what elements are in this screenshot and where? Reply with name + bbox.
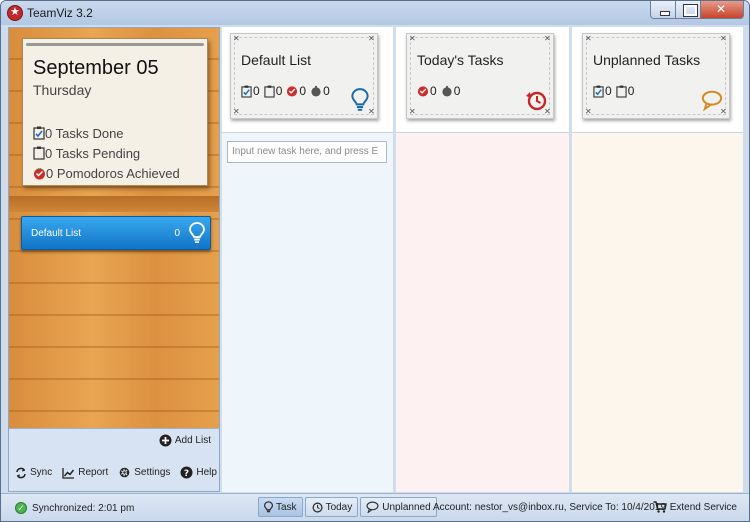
report-button[interactable]: Report [62, 466, 108, 479]
lightbulb-icon [351, 88, 369, 111]
tomato-icon [417, 86, 429, 97]
lane-unplanned-tasks: ✕ ✕ ✕ ✕ Unplanned Tasks 0 0 [571, 27, 743, 492]
window-title: TeamViz 3.2 [27, 6, 93, 20]
check-circle-icon: ✓ [15, 502, 27, 514]
speech-bubble-icon [366, 501, 379, 513]
lane-header: ✕ ✕ ✕ ✕ Default List 0 0 0 0 [222, 27, 393, 133]
bomb-icon [311, 85, 321, 97]
cart-icon [653, 501, 667, 513]
sync-button[interactable]: Sync [15, 466, 52, 479]
lane-header: ✕ ✕ ✕ ✕ Unplanned Tasks 0 0 [572, 27, 743, 133]
card-title: Today's Tasks [417, 52, 504, 68]
stat-pomodoros: 0 Pomodoros Achieved [33, 163, 180, 183]
status-bar: ✓ Synchronized: 2:01 pm Task Today Unpla… [1, 493, 749, 521]
window-controls [650, 1, 744, 19]
maximize-button[interactable] [676, 1, 701, 19]
bomb-icon [442, 85, 452, 97]
calendar-card: September 05 Thursday 0 Tasks Done 0 Tas… [22, 38, 208, 186]
tab-task[interactable]: Task [258, 497, 303, 517]
new-task-input[interactable]: Input new task here, and press E [227, 141, 387, 163]
sidebar-item-label: Default List [31, 228, 82, 239]
close-button[interactable] [701, 1, 744, 19]
left-panel: September 05 Thursday 0 Tasks Done 0 Tas… [8, 27, 220, 492]
pin-icon: ✕ [720, 34, 727, 43]
card-stats: 0 0 [417, 84, 460, 98]
stat-interruptions: 0 [441, 84, 460, 98]
help-button[interactable]: ? Help [180, 466, 217, 479]
tomato-icon [34, 167, 45, 179]
sidebar-item-default-list[interactable]: Default List 0 [21, 216, 211, 250]
add-list-button[interactable]: Add List [159, 434, 211, 447]
lightbulb-icon [189, 222, 205, 243]
chart-icon [62, 467, 75, 479]
clipboard-icon [264, 85, 275, 98]
app-window: TeamViz 3.2 September 05 Thursday 0 Task… [0, 0, 750, 522]
pin-icon: ✕ [233, 34, 240, 43]
stat-done: 0 [593, 84, 612, 98]
stat-done: 0 [241, 84, 260, 98]
minimize-button[interactable] [650, 1, 676, 19]
pin-icon: ✕ [544, 34, 551, 43]
tab-today[interactable]: Today [304, 497, 359, 517]
left-footer: Add List Sync Report Settings ? Help [9, 428, 219, 491]
sidebar-item-count: 0 [174, 228, 180, 239]
lane-todays-tasks: ✕ ✕ ✕ ✕ Today's Tasks 0 0 [395, 27, 569, 492]
card-stats: 0 0 0 0 [241, 84, 330, 98]
checked-clipboard-icon [241, 85, 252, 98]
svg-text:?: ? [184, 469, 189, 479]
calendar-weekday: Thursday [33, 82, 92, 98]
account-info: Account: nestor_vs@inbox.ru, Service To:… [433, 502, 666, 513]
clipboard-icon [616, 85, 627, 98]
card-stats: 0 0 [593, 84, 634, 98]
lane-header: ✕ ✕ ✕ ✕ Today's Tasks 0 0 [396, 27, 569, 133]
gear-icon [120, 467, 130, 478]
card-title: Default List [241, 52, 312, 68]
lane-default-list: ✕ ✕ ✕ ✕ Default List 0 0 0 0 Input new t… [221, 27, 393, 492]
task-lanes: ✕ ✕ ✕ ✕ Default List 0 0 0 0 Input new t… [221, 27, 743, 492]
pin-icon: ✕ [585, 34, 592, 43]
stat-tasks-done: 0 Tasks Done [33, 123, 180, 143]
pin-icon: ✕ [409, 34, 416, 43]
stat-pending: 0 [616, 84, 634, 98]
pin-icon: ✕ [585, 107, 592, 116]
view-tabs: Task Today Unplanned [258, 497, 437, 517]
lightbulb-icon [264, 500, 273, 512]
clipboard-icon [33, 146, 45, 160]
checked-clipboard-icon [33, 126, 45, 140]
sync-status: ✓ Synchronized: 2:01 pm [15, 502, 134, 514]
tab-unplanned[interactable]: Unplanned [360, 497, 437, 517]
card-title: Unplanned Tasks [593, 52, 701, 68]
toolbar: Sync Report Settings ? Help [15, 466, 217, 479]
app-logo-icon [7, 5, 23, 21]
stat-pomodoros: 0 [286, 84, 306, 98]
stat-interruptions: 0 [310, 84, 330, 98]
pin-icon: ✕ [409, 107, 416, 116]
section-divider [9, 196, 219, 212]
calendar-stats: 0 Tasks Done 0 Tasks Pending 0 Pomodoros… [33, 123, 180, 183]
sync-icon [16, 467, 26, 478]
stat-tasks-pending: 0 Tasks Pending [33, 143, 180, 163]
list-card-default[interactable]: ✕ ✕ ✕ ✕ Default List 0 0 0 0 [230, 33, 378, 119]
extend-service-button[interactable]: Extend Service [653, 501, 737, 513]
list-card-unplanned[interactable]: ✕ ✕ ✕ ✕ Unplanned Tasks 0 0 [582, 33, 730, 119]
pin-icon: ✕ [368, 34, 375, 43]
speech-bubble-icon [701, 90, 723, 112]
calendar-date: September 05 [33, 57, 159, 79]
plus-circle-icon [159, 434, 172, 447]
settings-button[interactable]: Settings [118, 466, 170, 479]
clock-icon [312, 502, 323, 513]
title-bar[interactable]: TeamViz 3.2 [1, 1, 749, 25]
clock-icon [526, 91, 547, 111]
checked-clipboard-icon [593, 85, 604, 98]
wood-background: September 05 Thursday 0 Tasks Done 0 Tas… [9, 28, 219, 428]
stat-pending: 0 [264, 84, 282, 98]
list-card-today[interactable]: ✕ ✕ ✕ ✕ Today's Tasks 0 0 [406, 33, 554, 119]
stat-pomodoros: 0 [417, 84, 437, 98]
help-icon: ? [180, 466, 193, 479]
tomato-icon [287, 86, 298, 97]
pin-icon: ✕ [233, 107, 240, 116]
